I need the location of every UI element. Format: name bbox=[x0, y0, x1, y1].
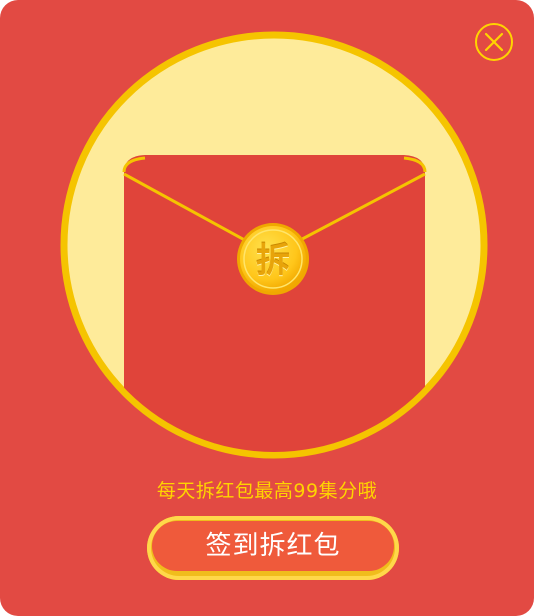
sign-button-label: 签到拆红包 bbox=[205, 531, 341, 561]
close-button[interactable] bbox=[474, 22, 514, 62]
close-icon bbox=[475, 23, 513, 61]
envelope-body bbox=[122, 155, 427, 452]
open-seal-button[interactable]: 拆 bbox=[237, 225, 309, 297]
promo-text: 每天拆红包最高99集分哦 bbox=[156, 480, 378, 502]
red-packet-dialog: 拆 每天拆红包最高99集分哦 签到拆红包 bbox=[0, 0, 534, 616]
sign-in-open-button[interactable]: 签到拆红包 bbox=[147, 516, 399, 580]
